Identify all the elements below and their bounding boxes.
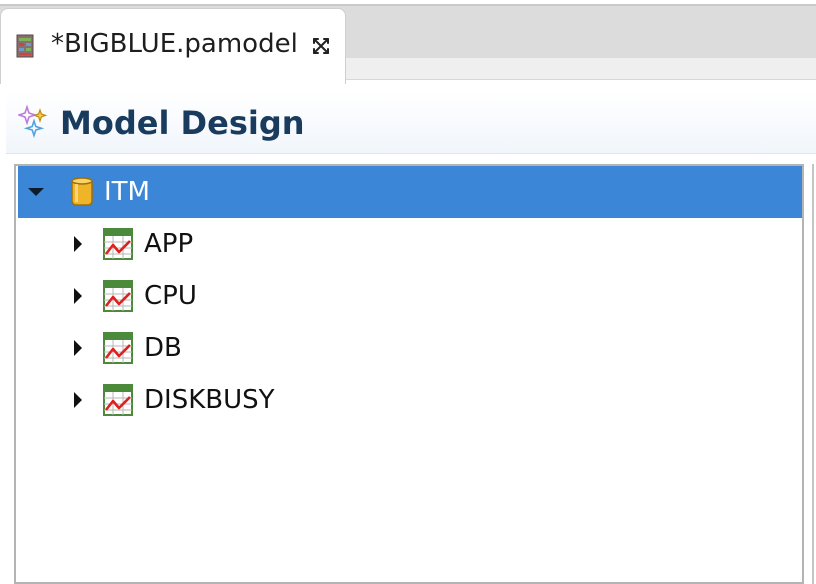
model-file-icon xyxy=(16,34,34,58)
tree-item-app[interactable]: APP xyxy=(18,218,802,270)
chevron-right-icon[interactable] xyxy=(68,338,88,358)
tree-item-label: APP xyxy=(144,229,194,259)
chevron-right-icon[interactable] xyxy=(68,390,88,410)
sparkles-icon xyxy=(18,104,48,138)
model-design-editor: Model Design ITM APP CPU DB DISKBUSY xyxy=(0,84,816,584)
tree-item-label: DB xyxy=(144,333,182,363)
database-icon xyxy=(71,177,93,206)
model-tree[interactable]: ITM APP CPU DB DISKBUSY xyxy=(14,164,804,584)
chevron-down-icon[interactable] xyxy=(26,182,46,202)
chart-table-icon xyxy=(103,384,133,416)
chevron-right-icon[interactable] xyxy=(68,234,88,254)
adjacent-panel-edge xyxy=(812,164,816,584)
chart-table-icon xyxy=(103,332,133,364)
form-header: Model Design xyxy=(6,92,816,154)
tree-item-label: CPU xyxy=(144,281,197,311)
tree-item-diskbusy[interactable]: DISKBUSY xyxy=(18,374,802,426)
chevron-right-icon[interactable] xyxy=(68,286,88,306)
editor-tab-bigblue[interactable]: *BIGBLUE.pamodel xyxy=(0,8,346,84)
tree-item-db[interactable]: DB xyxy=(18,322,802,374)
tree-item-label: ITM xyxy=(104,177,150,207)
close-icon[interactable] xyxy=(309,34,333,58)
chart-table-icon xyxy=(103,228,133,260)
tab-title: *BIGBLUE.pamodel xyxy=(51,29,298,59)
chart-table-icon xyxy=(103,280,133,312)
page-title: Model Design xyxy=(60,104,305,142)
tree-item-label: DISKBUSY xyxy=(144,385,275,415)
tree-item-cpu[interactable]: CPU xyxy=(18,270,802,322)
editor-tab-bar: *BIGBLUE.pamodel xyxy=(0,0,816,84)
tree-item-itm[interactable]: ITM xyxy=(18,166,802,218)
